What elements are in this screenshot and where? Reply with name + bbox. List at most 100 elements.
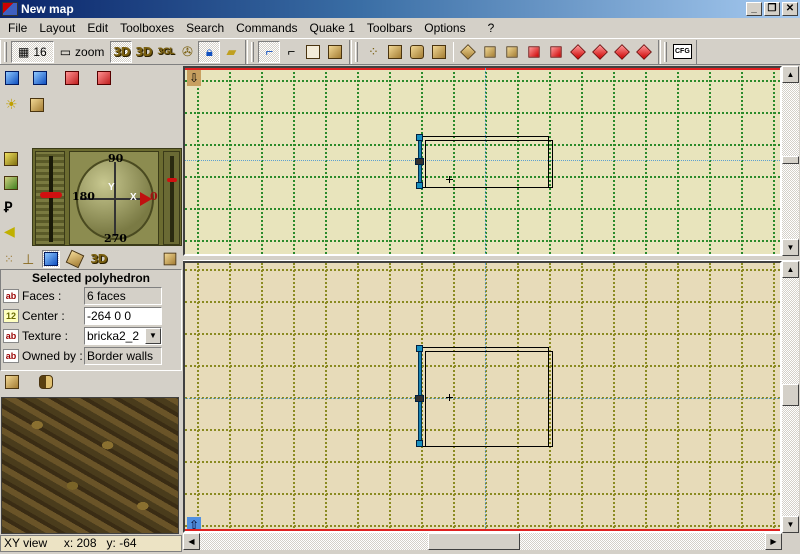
menu-options[interactable]: Options [418, 21, 471, 35]
properties-title: Selected polyhedron [31, 271, 151, 285]
menu-toolbars[interactable]: Toolbars [361, 21, 418, 35]
scroll-left-button[interactable]: ◀ [183, 533, 200, 550]
menu-help[interactable]: ? [482, 21, 501, 35]
map-view-top[interactable]: ⇩ [183, 66, 782, 256]
edge-mode-button[interactable]: ⌐ [280, 41, 302, 63]
rotate-button-3[interactable] [501, 41, 523, 63]
scroll-thumb[interactable] [782, 156, 799, 164]
vertex-mode-icon: ⌐ [265, 44, 274, 59]
properties-panel: Selected polyhedron ab Faces : 6 faces 1… [0, 269, 182, 371]
cube-icon[interactable] [29, 97, 44, 112]
vertex-handle[interactable] [416, 440, 423, 447]
light-wedge-icon[interactable]: ◀ [4, 224, 18, 238]
center-handle[interactable] [415, 395, 424, 402]
chevron-down-icon[interactable]: ▼ [145, 328, 161, 344]
cfg-file-button[interactable]: CFG [671, 41, 693, 63]
vertex-handle[interactable] [416, 345, 423, 352]
multi-select-icon[interactable] [163, 252, 176, 266]
scroll-up-button[interactable]: ▲ [782, 261, 799, 278]
slider-knob[interactable] [40, 192, 62, 198]
toolbar-group-mode: ⌐ ⌐ [247, 39, 351, 64]
grid-size-button[interactable]: ▦ 16 [11, 40, 54, 63]
center-label: Center : [22, 309, 65, 323]
light-icon[interactable]: ☀ [5, 96, 18, 113]
texture-combo[interactable]: bricka2_2 ▼ [84, 327, 162, 345]
scroll-right-button[interactable]: ▶ [765, 533, 782, 550]
scroll-down-button[interactable]: ▼ [782, 239, 799, 256]
scroll-thumb[interactable] [782, 384, 799, 406]
slider-knob[interactable] [167, 178, 177, 182]
rotate-button-1[interactable] [457, 41, 479, 63]
grid-line-v [261, 263, 263, 531]
map-view-bottom[interactable]: ⇧ [183, 261, 782, 533]
cube-button[interactable] [384, 41, 406, 63]
brick-box-icon[interactable] [5, 375, 19, 389]
scroll-down-button[interactable]: ▼ [782, 516, 799, 533]
polyhedron-tab[interactable] [42, 250, 61, 268]
mirror-button-3[interactable] [567, 41, 589, 63]
rotate-button-2[interactable] [479, 41, 501, 63]
zoom-slider[interactable] [163, 151, 180, 245]
face-tab[interactable] [65, 249, 85, 269]
mirror-button-1[interactable] [523, 41, 545, 63]
top-view-vscroll[interactable]: ▲ ▼ [782, 66, 799, 256]
3d-view-button[interactable]: 3D [110, 40, 133, 63]
path-icon[interactable]: Ꝑ [4, 200, 18, 214]
lock-button[interactable]: 🔒︎ [198, 40, 221, 63]
tree-tab[interactable]: ⁙ [4, 252, 14, 266]
vertex-handle[interactable] [416, 134, 423, 141]
menu-toolboxes[interactable]: Toolboxes [114, 21, 180, 35]
zoom-button[interactable]: ▭ zoom [54, 41, 111, 63]
center-handle[interactable] [415, 158, 424, 165]
recycle-icon[interactable] [4, 176, 18, 190]
mirror-button-6[interactable] [633, 41, 655, 63]
center-input[interactable]: -264 0 0 [84, 307, 162, 325]
vertical-angle-slider[interactable] [35, 151, 65, 245]
new-brush-blue-icon[interactable] [33, 71, 47, 85]
close-button[interactable]: ✕ [782, 2, 798, 16]
scroll-thumb[interactable] [428, 533, 520, 550]
wheel-button[interactable]: ✇ [176, 41, 198, 63]
mirror-button-5[interactable] [611, 41, 633, 63]
menu-commands[interactable]: Commands [230, 21, 303, 35]
brush-outline-back[interactable] [425, 351, 553, 447]
scroll-up-button[interactable]: ▲ [782, 66, 799, 83]
book-button[interactable]: ▰ [220, 41, 242, 63]
entity-group-button[interactable]: ⁘ [362, 41, 384, 63]
new-entity-red-alt-icon[interactable] [97, 71, 111, 85]
compass-dial[interactable]: 90 180 0 270 Y X [69, 151, 159, 245]
mirror-button-2[interactable] [545, 41, 567, 63]
entity-tab[interactable]: ⊥ [22, 251, 34, 268]
toolbar-grip[interactable] [355, 41, 359, 62]
menu-edit[interactable]: Edit [81, 21, 114, 35]
menu-quake1[interactable]: Quake 1 [304, 21, 361, 35]
toolbar-grip[interactable] [251, 41, 255, 62]
bottom-view-vscroll[interactable]: ▲ ▼ [782, 261, 799, 533]
restore-button[interactable]: ❐ [764, 2, 780, 16]
toolbar-grip[interactable] [664, 41, 668, 62]
bottom-view-hscroll[interactable]: ◀ ▶ [183, 533, 782, 550]
minimize-button[interactable]: _ [746, 2, 762, 16]
compass-axis-y: Y [108, 182, 115, 193]
new-brush-icon[interactable] [5, 71, 19, 85]
vertex-handle[interactable] [416, 182, 423, 189]
vertex-mode-button[interactable]: ⌐ [258, 40, 281, 63]
no-texture-button[interactable] [324, 41, 346, 63]
menu-search[interactable]: Search [180, 21, 230, 35]
polyhedron-actions [5, 375, 53, 389]
texture-browser-icon[interactable] [4, 152, 18, 166]
hex-cube-button[interactable] [406, 41, 428, 63]
brush-outline-back[interactable] [425, 140, 553, 188]
arrow-down-icon[interactable]: ⇩ [187, 70, 201, 86]
brick-cube-button[interactable] [428, 41, 450, 63]
mirror-button-4[interactable] [589, 41, 611, 63]
3d-tab[interactable]: 3D [90, 252, 107, 266]
hexagon-cube-icon[interactable] [39, 375, 53, 389]
menu-layout[interactable]: Layout [33, 21, 81, 35]
new-entity-red-icon[interactable] [65, 71, 79, 85]
menu-file[interactable]: File [2, 21, 33, 35]
3d-view-alt-button[interactable]: 3D [132, 41, 154, 63]
face-mode-button[interactable] [302, 41, 324, 63]
toolbar-grip[interactable] [4, 41, 7, 62]
opengl-view-button[interactable]: 3GL [154, 41, 176, 63]
